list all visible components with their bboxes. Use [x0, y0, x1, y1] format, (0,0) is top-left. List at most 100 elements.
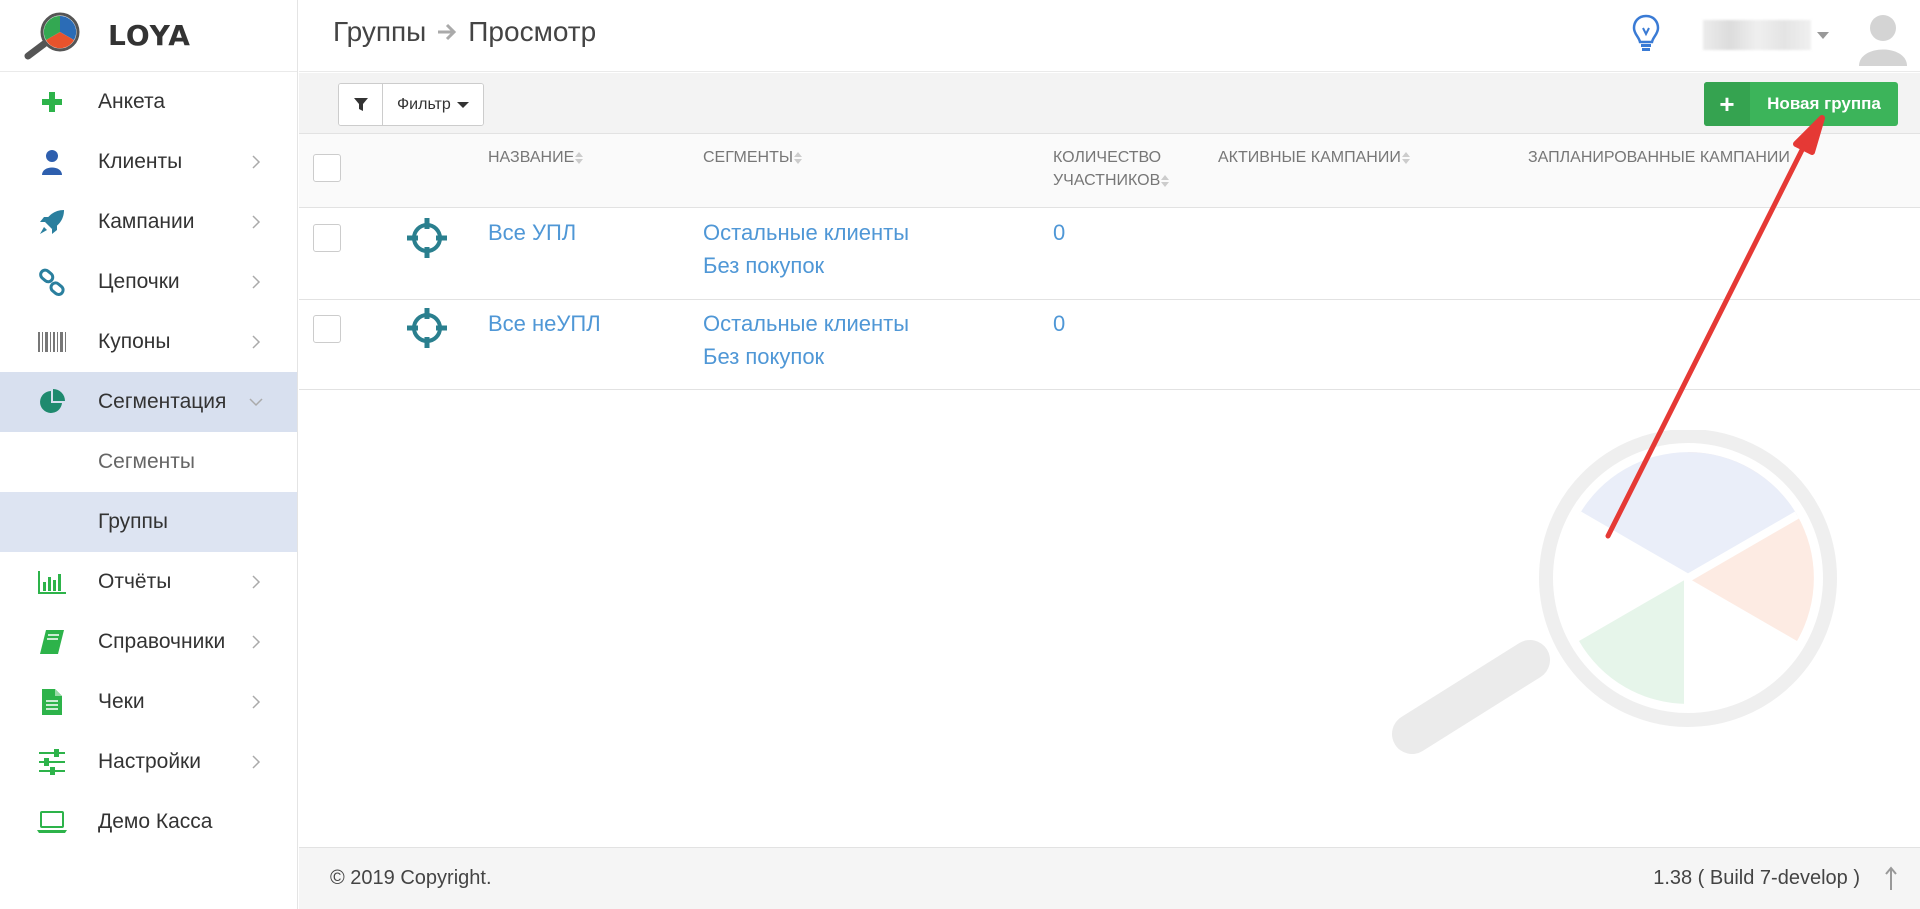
- plus-icon: +: [1704, 82, 1750, 126]
- table-row: Все неУПЛ Остальные клиенты Без покупок …: [299, 300, 1920, 390]
- pie-chart-icon: [36, 386, 68, 418]
- sidebar-item-references[interactable]: Справочники: [0, 612, 297, 672]
- sidebar-item-anketa[interactable]: Анкета: [0, 72, 297, 132]
- filter-dropdown-button[interactable]: Фильтр: [383, 84, 483, 125]
- table-header: НАЗВАНИЕ СЕГМЕНТЫ КОЛИЧЕСТВО УЧАСТНИКОВ А…: [299, 134, 1920, 208]
- sidebar-item-label: Анкета: [98, 90, 166, 113]
- watermark-logo-icon: [1392, 430, 1837, 754]
- sidebar-item-label: Клиенты: [98, 150, 183, 173]
- new-group-label: Новая группа: [1767, 94, 1881, 113]
- filter-icon: [353, 97, 368, 111]
- sort-icon: [1161, 174, 1170, 187]
- crosshair-icon: [407, 308, 447, 348]
- column-header-planned-campaigns[interactable]: ЗАПЛАНИРОВАННЫЕ КАМПАНИИ: [1528, 146, 1920, 169]
- book-icon: [36, 626, 68, 658]
- column-header-active-campaigns[interactable]: АКТИВНЫЕ КАМПАНИИ: [1218, 146, 1410, 169]
- chevron-right-icon: [252, 695, 261, 709]
- sidebar-item-campaigns[interactable]: Кампании: [0, 192, 297, 252]
- sidebar-item-label: Купоны: [98, 330, 171, 353]
- version-text: 1.38 ( Build 7-develop ): [1653, 867, 1860, 889]
- sidebar-item-chains[interactable]: Цепочки: [0, 252, 297, 312]
- table-row: Все УПЛ Остальные клиенты Без покупок 0: [299, 208, 1920, 300]
- user-name-blurred[interactable]: [1703, 20, 1811, 50]
- copyright-text: © 2019 Copyright.: [330, 867, 492, 889]
- arrow-right-icon: [438, 23, 457, 41]
- sidebar-item-reports[interactable]: Отчёты: [0, 552, 297, 612]
- chevron-right-icon: [252, 155, 261, 169]
- filter-toggle-button[interactable]: [339, 84, 383, 125]
- select-all-checkbox[interactable]: [313, 154, 341, 182]
- link-icon: [36, 266, 68, 298]
- row-checkbox[interactable]: [313, 224, 341, 252]
- brand-name: LOYA: [108, 19, 191, 52]
- sidebar-item-label: Демо Касса: [98, 810, 213, 833]
- sidebar-item-coupons[interactable]: Купоны: [0, 312, 297, 372]
- sidebar-item-label: Отчёты: [98, 570, 172, 593]
- group-name-link[interactable]: Все неУПЛ: [488, 307, 601, 340]
- laptop-icon: [36, 806, 68, 838]
- sidebar-item-settings[interactable]: Настройки: [0, 732, 297, 792]
- chevron-right-icon: [252, 215, 261, 229]
- sidebar-item-segmentation[interactable]: Сегментация: [0, 372, 297, 432]
- chevron-right-icon: [252, 275, 261, 289]
- sidebar-item-demo-cashier[interactable]: Демо Касса: [0, 792, 297, 852]
- chevron-down-icon: [249, 398, 263, 407]
- sidebar-subitem-segments[interactable]: Сегменты: [0, 432, 297, 492]
- sidebar-item-clients[interactable]: Клиенты: [0, 132, 297, 192]
- member-count-link[interactable]: 0: [1053, 216, 1065, 249]
- caret-down-icon: [456, 101, 469, 108]
- bar-chart-icon: [36, 566, 68, 598]
- logo-icon: [24, 12, 86, 60]
- sidebar-item-label: Сегментация: [98, 390, 227, 413]
- chevron-right-icon: [252, 635, 261, 649]
- member-count-link[interactable]: 0: [1053, 307, 1065, 340]
- sliders-icon: [36, 746, 68, 778]
- group-name-link[interactable]: Все УПЛ: [488, 216, 576, 249]
- sort-icon: [794, 151, 803, 164]
- column-header-name[interactable]: НАЗВАНИЕ: [488, 146, 584, 169]
- crosshair-icon: [407, 218, 447, 258]
- logo[interactable]: LOYA: [0, 0, 297, 72]
- sidebar-item-label: Чеки: [98, 690, 145, 713]
- top-header: Группы Просмотр: [299, 0, 1920, 72]
- sidebar-subitem-groups[interactable]: Группы: [0, 492, 297, 552]
- sidebar-item-label: Сегменты: [98, 450, 195, 473]
- column-header-count[interactable]: КОЛИЧЕСТВО УЧАСТНИКОВ: [1053, 146, 1170, 192]
- chevron-right-icon: [252, 335, 261, 349]
- chevron-right-icon: [252, 755, 261, 769]
- lightbulb-icon[interactable]: [1631, 14, 1661, 54]
- sidebar-item-label: Цепочки: [98, 270, 180, 293]
- sidebar: LOYA Анкета Клиенты Кампании Цепочки Куп…: [0, 0, 298, 909]
- sidebar-item-label: Справочники: [98, 630, 226, 653]
- sidebar-item-label: Группы: [98, 510, 168, 533]
- sort-icon: [1401, 151, 1410, 164]
- toolbar: Фильтр + Новая группа: [299, 73, 1920, 134]
- scroll-to-top-icon[interactable]: [1884, 866, 1898, 892]
- rocket-icon: [36, 206, 68, 238]
- chevron-right-icon: [252, 575, 261, 589]
- breadcrumb-view: Просмотр: [468, 16, 597, 47]
- sidebar-item-label: Настройки: [98, 750, 201, 773]
- app-window: LOYA Анкета Клиенты Кампании Цепочки Куп…: [0, 0, 1920, 909]
- sidebar-item-label: Кампании: [98, 210, 195, 233]
- groups-table: НАЗВАНИЕ СЕГМЕНТЫ КОЛИЧЕСТВО УЧАСТНИКОВ А…: [299, 134, 1920, 390]
- footer: © 2019 Copyright. 1.38 ( Build 7-develop…: [299, 847, 1920, 909]
- column-header-segments[interactable]: СЕГМЕНТЫ: [703, 146, 803, 169]
- sidebar-item-receipts[interactable]: Чеки: [0, 672, 297, 732]
- document-icon: [36, 686, 68, 718]
- breadcrumb-groups[interactable]: Группы: [333, 16, 426, 48]
- breadcrumb: Группы Просмотр: [333, 16, 596, 48]
- segment-link[interactable]: Без покупок: [703, 249, 824, 282]
- segment-link[interactable]: Остальные клиенты: [703, 307, 909, 340]
- segment-link[interactable]: Без покупок: [703, 340, 824, 373]
- filter-label: Фильтр: [397, 95, 451, 113]
- avatar[interactable]: [1855, 8, 1911, 66]
- user-icon: [36, 146, 68, 178]
- segment-link[interactable]: Остальные клиенты: [703, 216, 909, 249]
- caret-down-icon[interactable]: [1817, 32, 1829, 40]
- sort-icon: [575, 151, 584, 164]
- row-checkbox[interactable]: [313, 315, 341, 343]
- new-group-button[interactable]: + Новая группа: [1704, 82, 1898, 126]
- filter-group: Фильтр: [338, 83, 484, 126]
- sidebar-nav: Анкета Клиенты Кампании Цепочки Купоны С…: [0, 72, 297, 852]
